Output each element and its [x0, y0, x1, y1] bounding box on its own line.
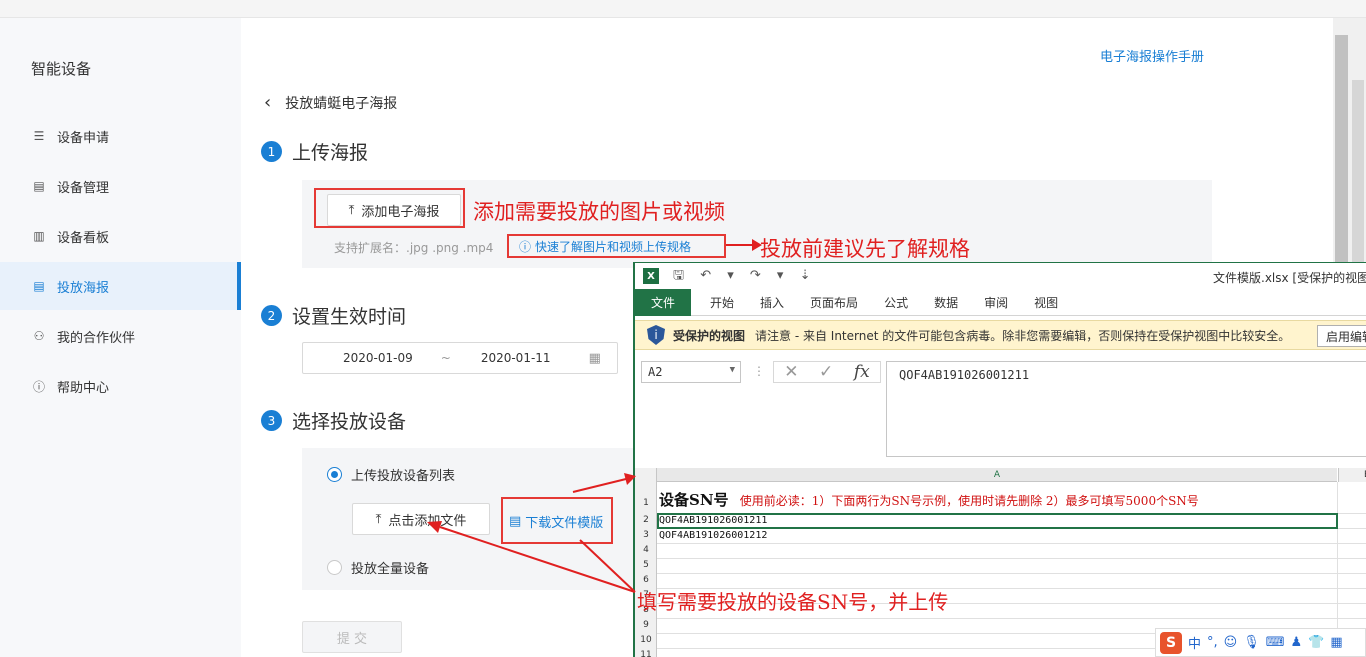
microphone-icon[interactable]: 🎙 [1243, 635, 1260, 650]
emoji-icon[interactable]: ☺ [1224, 635, 1238, 650]
annotation-fill-sn: 填写需要投放的设备SN号，并上传 [637, 590, 949, 614]
arrow-head [427, 521, 442, 533]
skin-icon[interactable]: 👕 [1308, 635, 1324, 650]
arrow-to-excel [572, 478, 627, 493]
ime-punctuation[interactable]: °, [1207, 635, 1218, 650]
grid-menu-icon[interactable]: ▦ [1330, 635, 1342, 650]
ime-mode[interactable]: 中 [1188, 633, 1201, 652]
arrow-to-download [579, 539, 636, 593]
sogou-logo-icon[interactable]: S [1160, 631, 1182, 654]
annotation-arrows [427, 473, 636, 593]
keyboard-icon[interactable]: ⌨ [1266, 635, 1285, 650]
ime-toolbar: S 中 °, ☺ 🎙 ⌨ ♟ 👕 ▦ [1155, 628, 1366, 657]
arrow-head [624, 473, 636, 485]
arrow-to-add-file [439, 526, 636, 593]
page: 智能设备 ☰ 设备申请 ▤ 设备管理 ▥ 设备看板 ▤ 投放海报 ⚇ 我的合作伙… [0, 0, 1366, 657]
user-icon[interactable]: ♟ [1291, 635, 1303, 650]
